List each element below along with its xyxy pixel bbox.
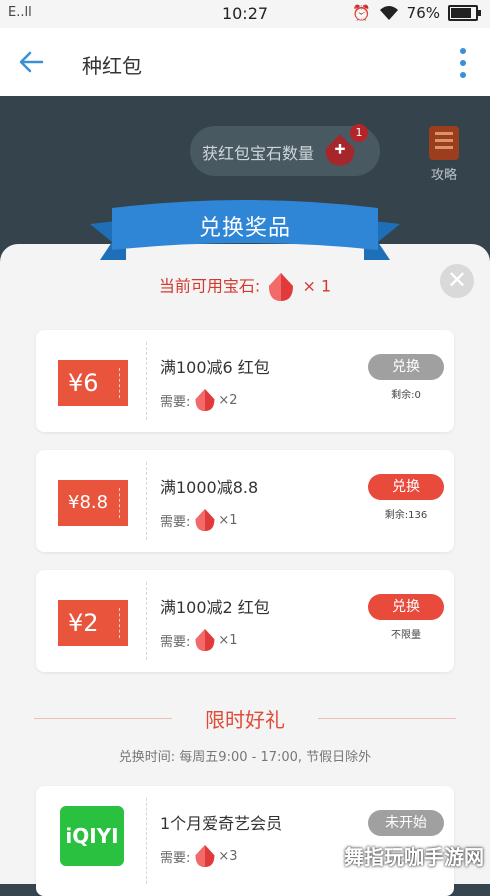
reward-cost: 需要: ×2 (160, 388, 238, 412)
exchange-button[interactable]: 兑换 (368, 474, 444, 500)
guide-button: 攻略 (424, 126, 464, 183)
exchange-time: 兑换时间: 每周五9:00 - 17:00, 节假日除外 (118, 750, 372, 765)
reward-card: ¥6 满100减6 红包 需要: ×2 兑换 剩余:0 (36, 330, 454, 432)
app-bar: 种红包 (0, 28, 490, 96)
current-gems: 当前可用宝石: × 1 (0, 272, 490, 302)
gem-icon (269, 273, 294, 301)
status-icons: ⏰ 76% (351, 4, 481, 22)
gem-icon (195, 509, 215, 531)
coupon-image: ¥8.8 (58, 480, 128, 526)
reward-card: ¥8.8 满1000减8.8 需要: ×1 兑换 剩余:136 (36, 450, 454, 552)
watermark: 舞指玩咖手游网 (344, 845, 484, 869)
page-title: 种红包 (82, 54, 142, 78)
gem-icon (195, 845, 215, 867)
iqiyi-logo: iQIYI (60, 806, 124, 866)
reward-name: 满1000减8.8 (160, 478, 259, 497)
wifi-icon (379, 6, 398, 20)
current-gems-count: × 1 (302, 276, 332, 296)
not-started-button[interactable]: 未开始 (368, 810, 444, 836)
card-divider (146, 462, 147, 540)
reward-cost: 需要: ×3 (160, 844, 238, 868)
card-divider (146, 342, 147, 420)
remaining-count: 剩余:136 (384, 510, 428, 521)
guide-book-icon (429, 126, 459, 160)
reward-card: ¥2 满100减2 红包 需要: ×1 兑换 不限量 (36, 570, 454, 672)
reward-cost: 需要: ×1 (160, 508, 238, 532)
coupon-image: ¥2 (58, 600, 128, 646)
coupon-image: ¥6 (58, 360, 128, 406)
more-options-icon[interactable] (460, 48, 466, 78)
exchange-button[interactable]: 兑换 (368, 354, 444, 380)
status-bar: E..ll 10:27 ⏰ 76% (0, 0, 490, 28)
reward-name: 满100减2 红包 (160, 598, 270, 617)
card-divider (146, 582, 147, 660)
dialog-title: 兑换奖品 (198, 216, 291, 241)
remaining-count: 剩余:0 (391, 390, 421, 401)
alarm-icon: ⏰ (351, 4, 371, 22)
exchange-button[interactable]: 兑换 (368, 594, 444, 620)
current-gems-label: 当前可用宝石: (158, 276, 261, 296)
reward-name: 1个月爱奇艺会员 (160, 814, 283, 833)
reward-name: 满100减6 红包 (160, 358, 270, 377)
card-divider (146, 798, 147, 884)
gem-count-label: 获红包宝石数量 (202, 144, 315, 163)
guide-label: 攻略 (430, 168, 457, 183)
battery-percent: 76% (406, 4, 440, 22)
gem-icon (195, 629, 215, 651)
battery-icon (448, 5, 481, 21)
gem-badge: 1 (350, 124, 368, 142)
back-arrow-icon[interactable] (18, 50, 44, 74)
gem-icon (195, 389, 215, 411)
remaining-count: 不限量 (391, 630, 421, 641)
reward-cost: 需要: ×1 (160, 628, 238, 652)
gem-count-pill: 获红包宝石数量 1 (190, 124, 380, 176)
section-title: 限时好礼 (205, 708, 285, 732)
